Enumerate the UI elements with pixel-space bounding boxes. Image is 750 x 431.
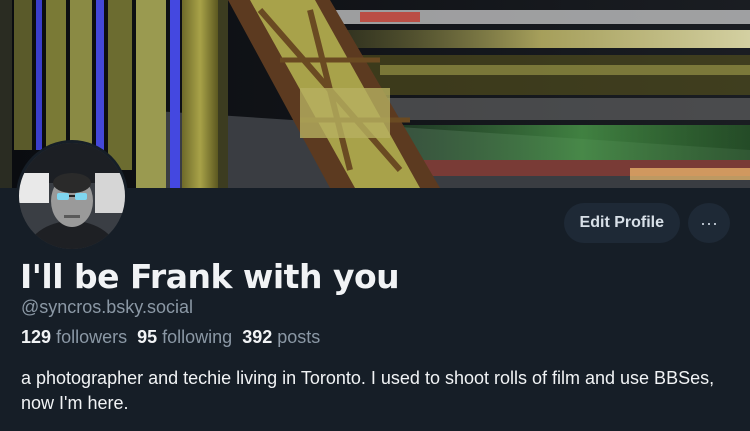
followers-stat[interactable]: 129 followers: [21, 327, 127, 348]
edit-profile-button[interactable]: Edit Profile: [563, 203, 680, 243]
following-stat[interactable]: 95 following: [137, 327, 232, 348]
more-horizontal-icon: ···: [700, 212, 718, 233]
avatar: [19, 143, 125, 249]
avatar-image: [19, 143, 125, 249]
followers-count: 129: [21, 327, 52, 347]
profile-actions: Edit Profile ···: [563, 203, 730, 243]
posts-stat: 392 posts: [242, 327, 320, 348]
following-label: following: [162, 327, 233, 347]
followers-label: followers: [56, 327, 128, 347]
avatar-frame[interactable]: [16, 140, 128, 252]
profile-bio: a photographer and techie living in Toro…: [21, 368, 715, 413]
posts-label: posts: [277, 327, 321, 347]
profile-stats: 129 followers 95 following 392 posts: [21, 327, 320, 348]
display-name: I'll be Frank with you: [20, 257, 400, 296]
posts-count: 392: [242, 327, 273, 347]
more-options-button[interactable]: ···: [688, 203, 730, 243]
following-count: 95: [137, 327, 158, 347]
profile-handle: @syncros.bsky.social: [21, 297, 193, 317]
